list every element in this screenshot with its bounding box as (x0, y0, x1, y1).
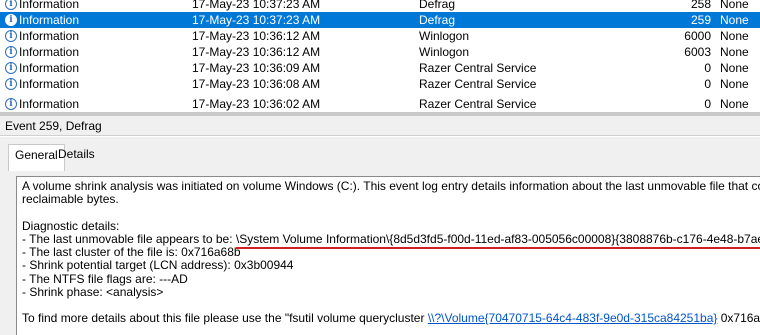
fsutil-instruction: To find more details about this file ple… (22, 312, 760, 325)
event-level: Information (19, 97, 80, 111)
event-source: Winlogon (419, 45, 470, 59)
event-row[interactable]: i Information 17-May-23 10:36:09 AM Raze… (0, 60, 760, 76)
shrink-target-line: - Shrink potential target (LCN address):… (22, 258, 294, 273)
event-id: 6003 (684, 45, 711, 59)
diagnostic-title: Diagnostic details: (22, 218, 120, 233)
event-row[interactable]: i Information 17-May-23 10:36:02 AM Raze… (0, 96, 760, 112)
information-icon: i (5, 0, 17, 10)
event-datetime: 17-May-23 10:36:09 AM (192, 61, 321, 75)
event-row[interactable]: i Information 17-May-23 10:36:12 AM Winl… (0, 44, 760, 60)
event-id: 0 (704, 77, 711, 91)
ntfs-flags-line: - The NTFS file flags are: ---AD (22, 271, 188, 286)
event-task: None (720, 61, 749, 75)
unmovable-file-label: - The last unmovable file appears to be: (22, 231, 236, 246)
event-detail-header: Event 259, Defrag (0, 116, 760, 136)
event-description: A volume shrink analysis was initiated o… (16, 176, 760, 335)
detail-tabs: General Details (0, 137, 760, 171)
event-level: Information (19, 45, 80, 59)
event-row[interactable]: i Information 17-May-23 10:36:12 AM Winl… (0, 28, 760, 44)
fsutil-suffix: 0x716a68b" command. (720, 311, 760, 326)
description-line: reclaimable bytes. (22, 192, 119, 207)
shrink-phase-line: - Shrink phase: <analysis> (22, 285, 164, 300)
event-source: Defrag (419, 0, 456, 11)
information-icon: i (5, 98, 17, 110)
event-task: None (720, 0, 749, 11)
event-task: None (720, 29, 749, 43)
event-level: Information (19, 77, 80, 91)
event-source: Razer Central Service (419, 77, 537, 91)
event-level: Information (19, 0, 80, 11)
event-task: None (720, 13, 749, 27)
tab-general[interactable]: General (8, 144, 65, 171)
volume-link[interactable]: \\?\Volume{70470715-64c4-483f-9e0d-315ca… (428, 311, 718, 325)
event-source: Razer Central Service (419, 97, 537, 111)
event-id: 0 (704, 97, 711, 111)
event-datetime: 17-May-23 10:36:12 AM (192, 29, 321, 43)
event-source: Defrag (419, 13, 456, 27)
information-icon: i (5, 14, 17, 26)
event-id: 0 (704, 61, 711, 75)
event-task: None (720, 45, 749, 59)
general-pane: A volume shrink analysis was initiated o… (0, 171, 760, 335)
event-id: 258 (690, 0, 711, 11)
event-list: i Information 17-May-23 10:37:23 AM Defr… (0, 0, 760, 112)
fsutil-prefix: To find more details about this file ple… (22, 311, 428, 326)
information-icon: i (5, 30, 17, 42)
information-icon: i (5, 78, 17, 90)
event-task: None (720, 97, 749, 111)
unmovable-file-line: - The last unmovable file appears to be:… (22, 231, 760, 246)
tab-details[interactable]: Details (58, 144, 95, 164)
event-id: 259 (690, 13, 711, 27)
description-line: A volume shrink analysis was initiated o… (22, 179, 760, 193)
event-datetime: 17-May-23 10:36:08 AM (192, 77, 321, 91)
event-source: Razer Central Service (419, 61, 537, 75)
event-datetime: 17-May-23 10:36:02 AM (192, 97, 321, 111)
event-datetime: 17-May-23 10:37:23 AM (192, 13, 321, 27)
event-task: None (720, 77, 749, 91)
event-row[interactable]: i Information 17-May-23 10:37:23 AM Defr… (0, 0, 760, 12)
event-datetime: 17-May-23 10:36:12 AM (192, 45, 321, 59)
information-icon: i (5, 62, 17, 74)
unmovable-file-path: \System Volume Information\{8d5d3fd5-f00… (236, 232, 760, 246)
event-row[interactable]: i Information 17-May-23 10:36:08 AM Raze… (0, 76, 760, 92)
event-level: Information (19, 61, 80, 75)
event-id: 6000 (684, 29, 711, 43)
event-row-selected[interactable]: i Information 17-May-23 10:37:23 AM Defr… (0, 12, 760, 28)
event-level: Information (19, 29, 80, 43)
event-datetime: 17-May-23 10:37:23 AM (192, 0, 321, 11)
information-icon: i (5, 46, 17, 58)
event-source: Winlogon (419, 29, 470, 43)
event-level: Information (19, 13, 80, 27)
